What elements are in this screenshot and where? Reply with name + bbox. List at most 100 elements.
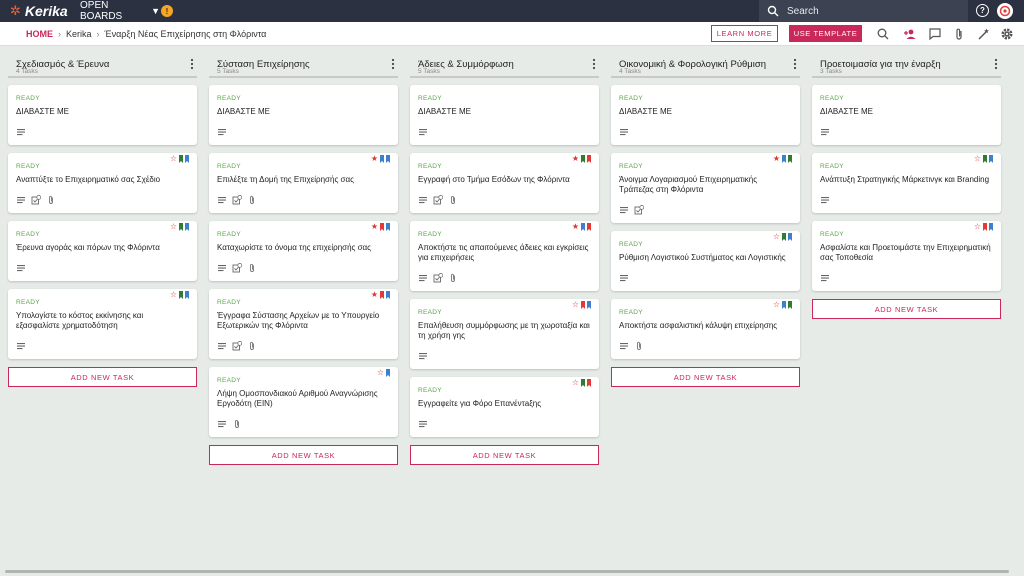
task-title[interactable]: ΔΙΑΒΑΣΤΕ ΜΕ [418,107,590,117]
checklist-icon [232,260,243,278]
task-card[interactable]: ☆ READY Αναπτύξτε το Επιχειρηματικό σας Σχ… [8,153,197,213]
task-title[interactable]: Υπολογίστε το κόστος εκκίνησης και εξασφ… [16,311,188,331]
task-card[interactable]: ★ READY Έγγραφα Σύστασης Αρχείων με το Υπο… [209,289,398,359]
task-card[interactable]: ☆ READY Έρευνα αγοράς και πόρων της Φλόριν… [8,221,197,281]
task-title[interactable]: Άνοιγμα Λογαριασμού Επιχειρηματικής Τράπ… [619,175,791,195]
add-new-task-button[interactable]: ADD NEW TASK [8,367,197,387]
attachment-icon[interactable] [952,27,966,41]
task-card[interactable]: ☆ READY Επαλήθευση συμμόρφωσης με τη χωροτ… [410,299,599,369]
task-title[interactable]: Ασφαλίστε και Προετοιμάστε την Επιχειρημ… [820,243,992,263]
task-title[interactable]: Αποκτήστε τις απαιτούμενες άδειες και εγ… [418,243,590,263]
star-outline-icon[interactable]: ☆ [974,155,981,163]
more-vertical-icon[interactable] [993,58,999,70]
use-template-button[interactable]: USE TEMPLATE [789,25,862,42]
task-title[interactable]: ΔΙΑΒΑΣΤΕ ΜΕ [217,107,389,117]
task-title[interactable]: Αποκτήστε ασφαλιστική κάλυψη επιχείρησης [619,321,791,331]
bookmark-red-icon [587,155,591,163]
task-status: READY [418,309,442,316]
task-card[interactable]: READY ΔΙΑΒΑΣΤΕ ΜΕ [812,85,1001,145]
card-icons [217,128,227,138]
search-icon[interactable] [876,27,890,41]
bookmark-red-icon [983,223,987,231]
more-vertical-icon[interactable] [189,58,195,70]
star-outline-icon[interactable]: ☆ [377,369,384,377]
task-card[interactable]: READY ΔΙΑΒΑΣΤΕ ΜΕ [209,85,398,145]
task-title[interactable]: Λήψη Ομοσπονδιακού Αριθμού Αναγνώρισης Ε… [217,389,389,409]
star-outline-icon[interactable]: ☆ [170,155,177,163]
star-outline-icon[interactable]: ☆ [974,223,981,231]
notes-icon [217,416,227,434]
task-card[interactable]: ☆ READY Αποκτήστε ασφαλιστική κάλυψη επιχε… [611,299,800,359]
logo[interactable]: ✲ Kerika [10,3,80,19]
task-card[interactable]: ★ READY Άνοιγμα Λογαριασμού Επιχειρηματική… [611,153,800,223]
star-outline-icon[interactable]: ☆ [773,301,780,309]
star-filled-icon[interactable]: ★ [371,223,378,231]
task-card[interactable]: ★ READY Καταχωρίστε το όνομα της επιχείρησ… [209,221,398,281]
search-icon [767,5,779,17]
star-outline-icon[interactable]: ☆ [170,291,177,299]
task-card[interactable]: ☆ READY Ασφαλίστε και Προετοιμάστε την Επι… [812,221,1001,291]
task-title[interactable]: Επαλήθευση συμμόρφωσης με τη χωροταξία κ… [418,321,590,341]
add-new-task-button[interactable]: ADD NEW TASK [611,367,800,387]
task-title[interactable]: ΔΙΑΒΑΣΤΕ ΜΕ [619,107,791,117]
help-icon[interactable]: ? [976,4,989,17]
horizontal-scrollbar[interactable] [5,570,1009,573]
attachment-icon [247,260,257,278]
star-outline-icon[interactable]: ☆ [170,223,177,231]
task-title[interactable]: ΔΙΑΒΑΣΤΕ ΜΕ [820,107,992,117]
task-title[interactable]: Έρευνα αγοράς και πόρων της Φλόριντα [16,243,188,253]
star-filled-icon[interactable]: ★ [773,155,780,163]
task-title[interactable]: ΔΙΑΒΑΣΤΕ ΜΕ [16,107,188,117]
add-new-task-button[interactable]: ADD NEW TASK [812,299,1001,319]
avatar[interactable] [997,3,1013,19]
breadcrumb-home[interactable]: HOME [26,29,53,39]
add-person-icon[interactable] [903,27,917,41]
star-filled-icon[interactable]: ★ [572,155,579,163]
more-vertical-icon[interactable] [591,58,597,70]
task-status: READY [619,241,643,248]
task-card[interactable]: ☆ READY Ρύθμιση Λογιστικού Συστήματος και … [611,231,800,291]
task-card[interactable]: ☆ READY Λήψη Ομοσπονδιακού Αριθμού Αναγνώρ… [209,367,398,437]
task-title[interactable]: Καταχωρίστε το όνομα της επιχείρησής σας [217,243,389,253]
notification-badge[interactable]: ! [161,5,173,17]
task-card[interactable]: ★ READY Εγγραφή στο Τμήμα Εσόδων της Φλόρι… [410,153,599,213]
star-filled-icon[interactable]: ★ [572,223,579,231]
search-box[interactable]: Search [759,0,968,22]
task-card[interactable]: ★ READY Αποκτήστε τις απαιτούμενες άδειες … [410,221,599,291]
task-card[interactable]: ☆ READY Υπολογίστε το κόστος εκκίνησης και… [8,289,197,359]
task-card[interactable]: ☆ READY Εγγραφείτε για Φόρο Επανέντaξης [410,377,599,437]
task-title[interactable]: Ρύθμιση Λογιστικού Συστήματος και Λογιστ… [619,253,791,263]
star-filled-icon[interactable]: ★ [371,155,378,163]
task-card[interactable]: READY ΔΙΑΒΑΣΤΕ ΜΕ [410,85,599,145]
bookmark-green-icon [179,155,183,163]
learn-more-button[interactable]: LEARN MORE [711,25,778,42]
task-title[interactable]: Αναπτύξτε το Επιχειρηματικό σας Σχέδιο [16,175,188,185]
star-outline-icon[interactable]: ☆ [773,233,780,241]
open-boards-menu[interactable]: OPEN BOARDS ▼ [80,0,160,22]
task-card[interactable]: READY ΔΙΑΒΑΣΤΕ ΜΕ [8,85,197,145]
task-title[interactable]: Εγγραφή στο Τμήμα Εσόδων της Φλόριντα [418,175,590,185]
task-card[interactable]: ★ READY Επιλέξτε τη Δομή της Επιχείρησής σ… [209,153,398,213]
chat-icon[interactable] [928,27,942,41]
add-new-task-button[interactable]: ADD NEW TASK [410,445,599,465]
star-filled-icon[interactable]: ★ [371,291,378,299]
task-title[interactable]: Επιλέξτε τη Δομή της Επιχείρησής σας [217,175,389,185]
task-title[interactable]: Εγγραφείτε για Φόρο Επανέντaξης [418,399,590,409]
star-outline-icon[interactable]: ☆ [572,379,579,387]
add-new-task-button[interactable]: ADD NEW TASK [209,445,398,465]
board-column: Σχεδιασμός & Έρευνα 4 Tasks READY ΔΙΑΒΑΣΤΕ … [8,46,197,387]
task-card[interactable]: ☆ READY Ανάπτυξη Στρατηγικής Μάρκετινγκ κα… [812,153,1001,213]
card-flags: ☆ [572,379,591,387]
magic-wand-icon[interactable] [976,27,990,41]
column-title[interactable]: Οικονομική & Φορολογική Ρύθμιση [619,59,766,70]
task-title[interactable]: Έγγραφα Σύστασης Αρχείων με το Υπουργείο… [217,311,389,331]
more-vertical-icon[interactable] [792,58,798,70]
gear-icon[interactable] [1000,27,1014,41]
task-status: READY [16,231,40,238]
breadcrumb-account[interactable]: Kerika [66,29,92,39]
task-card[interactable]: READY ΔΙΑΒΑΣΤΕ ΜΕ [611,85,800,145]
search-placeholder: Search [787,5,819,17]
star-outline-icon[interactable]: ☆ [572,301,579,309]
more-vertical-icon[interactable] [390,58,396,70]
task-title[interactable]: Ανάπτυξη Στρατηγικής Μάρκετινγκ και Bran… [820,175,992,185]
